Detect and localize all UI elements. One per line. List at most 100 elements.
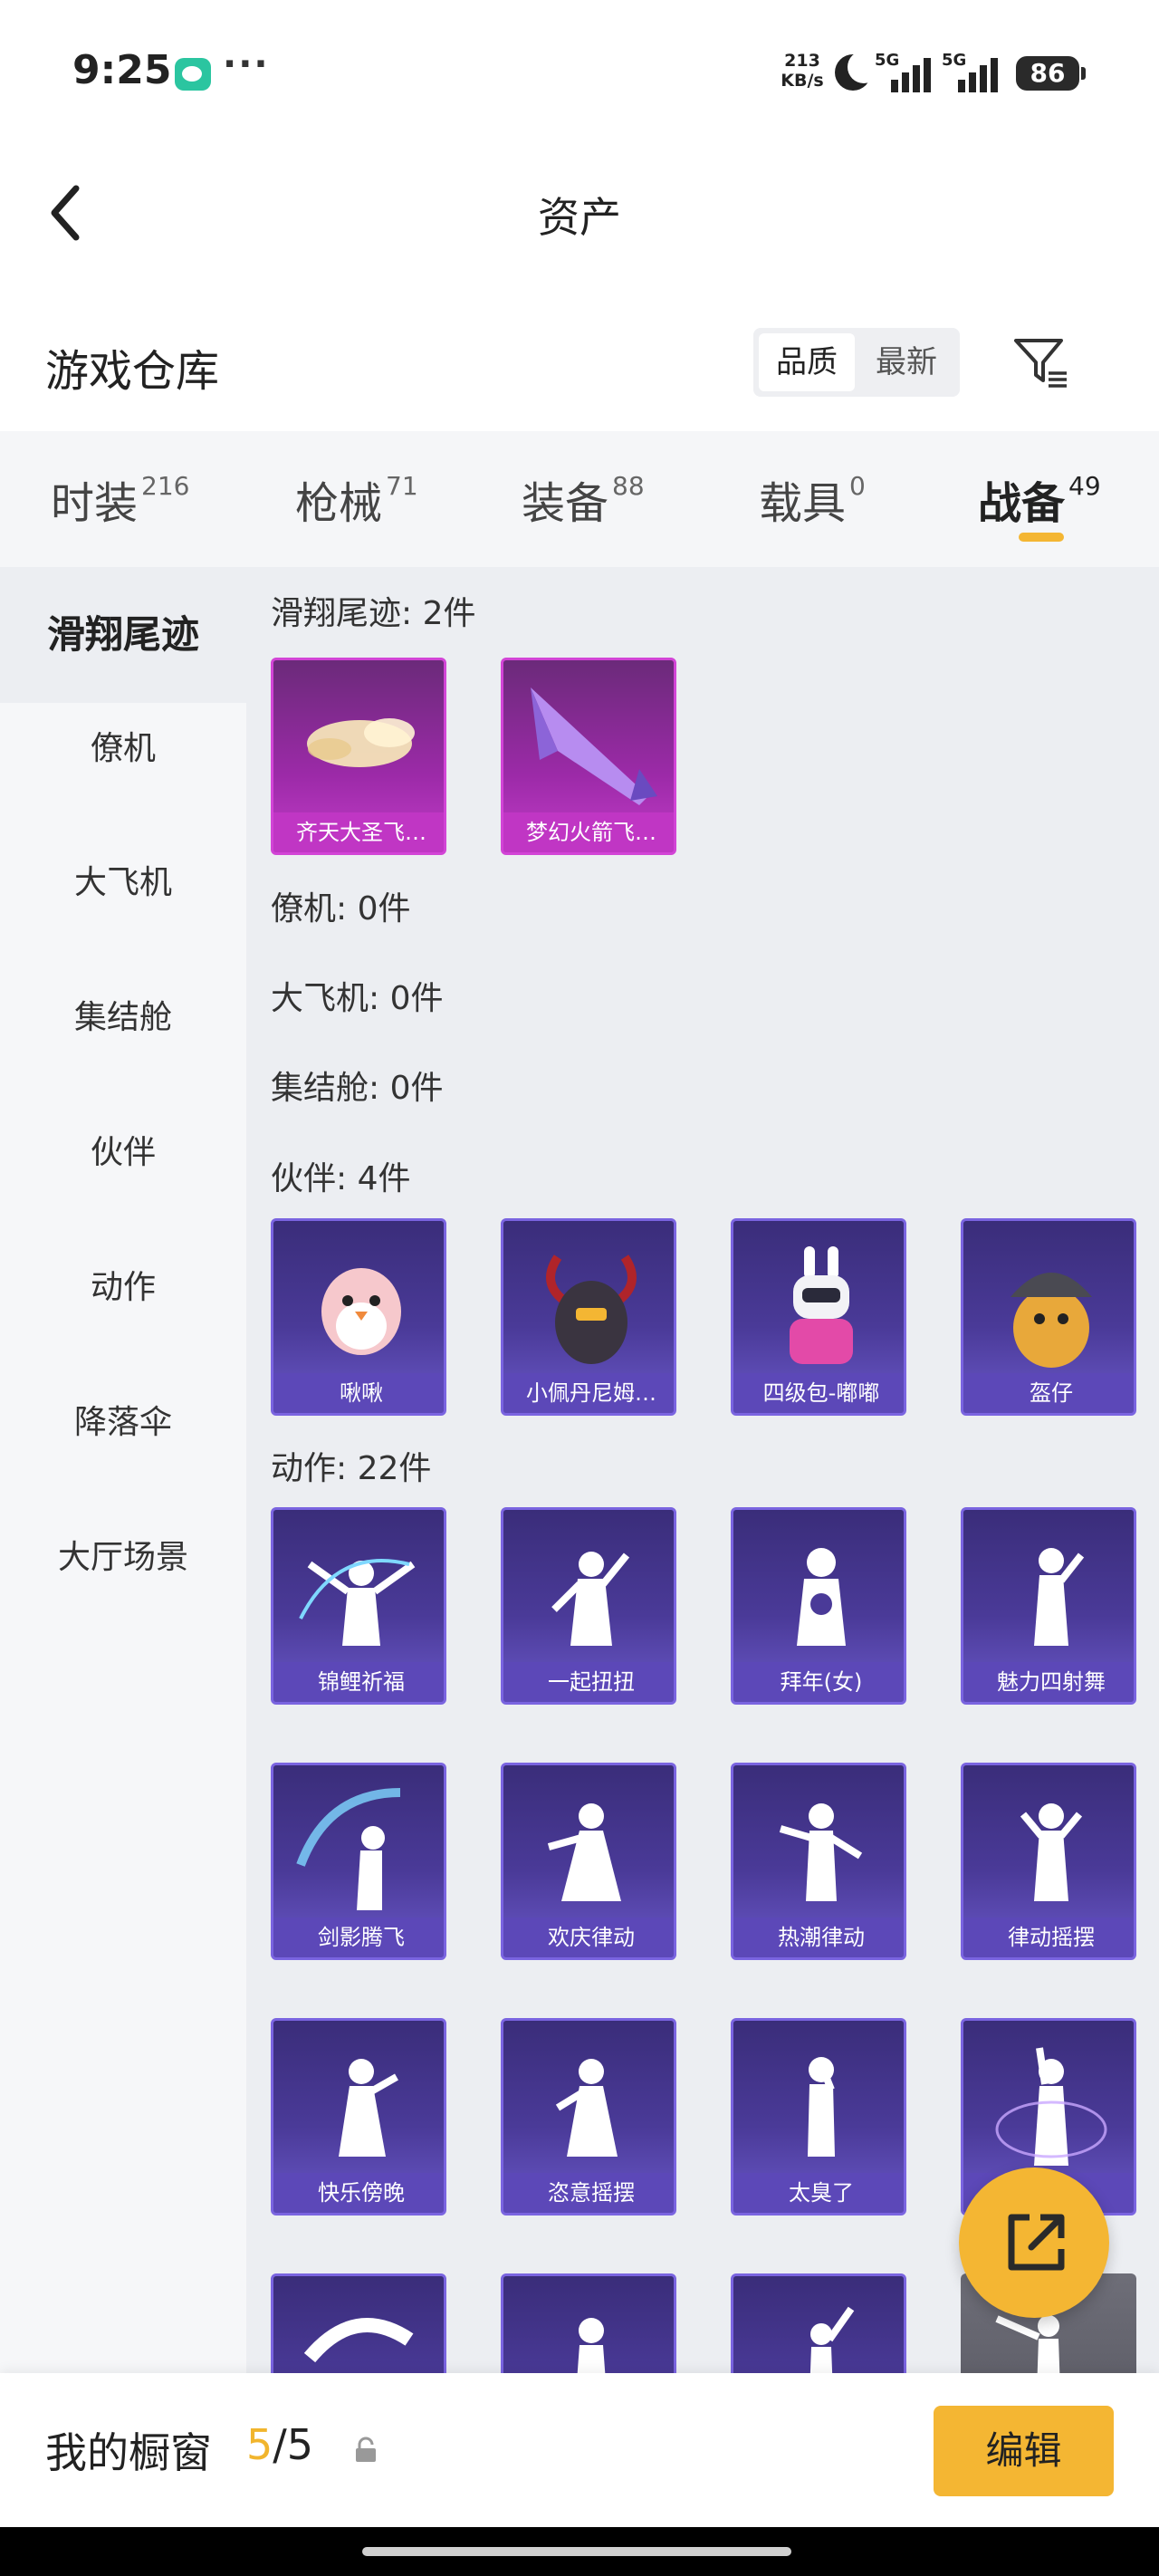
item-card[interactable]: 欢庆律动 (501, 1763, 676, 1960)
tab-label: 时装 (51, 478, 139, 529)
category-tabs: 时装 216 枪械 71 装备 88 载具 0 战备 49 (0, 431, 1159, 567)
signal-sim2-label: 5G (942, 51, 967, 70)
item-card[interactable]: 太臭了 (731, 2018, 906, 2216)
page-title: 资产 (538, 193, 621, 242)
network-speed-unit: KB/s (781, 71, 824, 91)
sidebar-item-parachute[interactable]: 降落伞 (0, 1391, 246, 1455)
do-not-disturb-moon-icon (835, 51, 880, 91)
item-card-label: 律动摇摆 (963, 1918, 1134, 1957)
item-card[interactable]: 梦幻火箭飞… (501, 658, 676, 855)
warehouse-title: 游戏仓库 (45, 346, 220, 397)
tab-count: 88 (612, 471, 645, 501)
sidebar: 滑翔尾迹 僚机 大飞机 集结舱 伙伴 动作 降落伞 大厅场景 (0, 567, 246, 2379)
showcase-bar: 我的橱窗 5/5 编辑 (0, 2373, 1159, 2527)
item-card[interactable] (731, 2273, 906, 2379)
tab-label: 枪械 (295, 478, 383, 529)
sidebar-item-rally-pod[interactable]: 集结舱 (0, 986, 246, 1050)
item-card-label: 锦鲤祈福 (273, 1662, 444, 1702)
item-card[interactable]: 拜年(女) (731, 1507, 906, 1705)
item-card-label: 恣意摇摆 (503, 2173, 674, 2213)
sort-by-newest-button[interactable]: 最新 (858, 333, 954, 391)
item-card-label: 拜年(女) (733, 1662, 904, 1702)
edit-button[interactable]: 编辑 (934, 2406, 1114, 2496)
item-card[interactable]: 小佩丹尼姆… (501, 1218, 676, 1416)
content-panel: 滑翔尾迹: 2件 齐天大圣飞… 梦幻火箭飞… 僚机: 0件 大飞机: 0件 集结… (246, 567, 1159, 2379)
item-card[interactable]: 剑影腾飞 (271, 1763, 446, 1960)
item-card-label: 太臭了 (733, 2173, 904, 2213)
item-card-label: 魅力四射舞 (963, 1662, 1134, 1702)
section-title-glide-trails: 滑翔尾迹: 2件 (271, 595, 476, 632)
active-tab-indicator (1019, 533, 1064, 542)
item-card-label: 小佩丹尼姆… (503, 1373, 674, 1413)
tab-count: 49 (1068, 471, 1101, 501)
item-card-label: 欢庆律动 (503, 1918, 674, 1957)
tab-guns[interactable]: 枪械 71 (295, 467, 418, 531)
system-nav-bar (0, 2527, 1159, 2576)
item-card-label: 剑影腾飞 (273, 1918, 444, 1957)
tab-count: 71 (386, 471, 418, 501)
item-card[interactable]: 一起扭扭 (501, 1507, 676, 1705)
sidebar-item-emote[interactable]: 动作 (0, 1256, 246, 1320)
network-speed-value: 213 (784, 51, 820, 71)
item-card-label: 啾啾 (273, 1373, 444, 1413)
item-card-label: 四级包-嘟嘟 (733, 1373, 904, 1413)
home-indicator[interactable] (362, 2547, 791, 2556)
item-card-label: 一起扭扭 (503, 1662, 674, 1702)
battery-icon: 86 (1016, 56, 1086, 91)
item-card-label: 梦幻火箭飞… (503, 812, 674, 852)
item-card[interactable] (501, 2273, 676, 2379)
tab-vehicles[interactable]: 载具 0 (759, 467, 866, 531)
showcase-current: 5 (246, 2420, 273, 2469)
item-card[interactable]: 律动摇摆 (961, 1763, 1136, 1960)
item-card[interactable]: 快乐傍晚 (271, 2018, 446, 2216)
dancer-silhouette-icon (303, 2318, 414, 2363)
lock-icon (356, 2437, 376, 2462)
tab-label: 装备 (522, 478, 609, 529)
tab-fashion[interactable]: 时装 216 (51, 467, 189, 531)
item-card[interactable]: 盔仔 (961, 1218, 1136, 1416)
tab-combat-prep[interactable]: 战备 49 (978, 467, 1101, 531)
item-card-label: 齐天大圣飞… (273, 812, 444, 852)
item-card[interactable]: 热潮律动 (731, 1763, 906, 1960)
item-card[interactable] (271, 2273, 446, 2379)
sidebar-item-companion[interactable]: 伙伴 (0, 1121, 246, 1185)
sort-toggle: 品质 最新 (753, 328, 960, 397)
dancer-silhouette-icon (809, 2306, 855, 2379)
item-card[interactable]: 啾啾 (271, 1218, 446, 1416)
item-card-label: 盔仔 (963, 1373, 1134, 1413)
wechat-notification-icon (175, 58, 211, 91)
tab-equipment[interactable]: 装备 88 (522, 467, 645, 531)
section-title-rally-pod: 集结舱: 0件 (271, 1070, 444, 1107)
item-card[interactable]: 锦鲤祈福 (271, 1507, 446, 1705)
signal-sim1-icon: 5G (875, 51, 934, 94)
item-card-label: 快乐傍晚 (273, 2173, 444, 2213)
sidebar-item-glide-trails[interactable]: 滑翔尾迹 (0, 567, 246, 703)
section-title-wingman: 僚机: 0件 (271, 890, 411, 928)
sidebar-item-big-plane[interactable]: 大飞机 (0, 851, 246, 915)
share-button[interactable] (959, 2167, 1109, 2318)
share-icon (1008, 2214, 1065, 2271)
section-title-companions: 伙伴: 4件 (271, 1160, 411, 1197)
item-card[interactable]: 齐天大圣飞… (271, 658, 446, 855)
more-notifications-icon: ··· (223, 43, 270, 85)
showcase-total: /5 (273, 2420, 314, 2469)
item-card[interactable]: 四级包-嘟嘟 (731, 1218, 906, 1416)
showcase-count: 5/5 (246, 2420, 313, 2469)
sidebar-item-lobby-scene[interactable]: 大厅场景 (0, 1526, 246, 1590)
filter-icon[interactable] (1011, 333, 1070, 393)
status-bar: 9:25 ··· 213 KB/s 5G 5G 86 (0, 0, 1159, 145)
signal-sim1-label: 5G (875, 51, 900, 70)
network-speed: 213 KB/s (777, 51, 828, 91)
tab-count: 216 (141, 471, 190, 501)
item-card-label: 热潮律动 (733, 1918, 904, 1957)
section-title-big-plane: 大飞机: 0件 (271, 980, 444, 1017)
item-card[interactable]: 恣意摇摆 (501, 2018, 676, 2216)
section-title-emotes: 动作: 22件 (271, 1450, 432, 1487)
sidebar-item-wingman[interactable]: 僚机 (0, 717, 246, 781)
sort-by-quality-button[interactable]: 品质 (759, 333, 855, 391)
tab-count: 0 (849, 471, 866, 501)
showcase-label: 我的橱窗 (45, 2428, 212, 2477)
status-time: 9:25 (72, 47, 172, 93)
tab-label: 载具 (759, 478, 847, 529)
item-card[interactable]: 魅力四射舞 (961, 1507, 1136, 1705)
